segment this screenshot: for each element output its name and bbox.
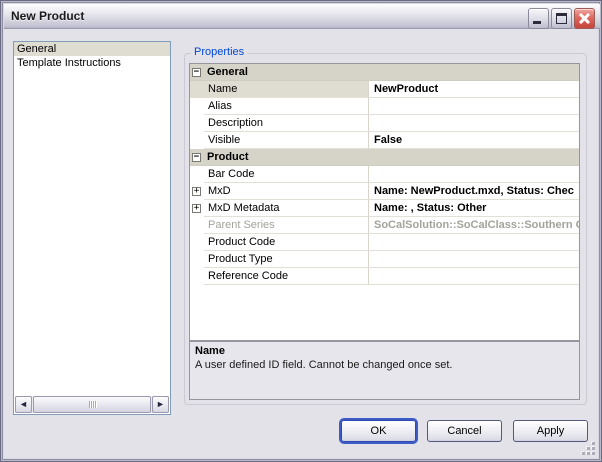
apply-button[interactable]: Apply [513,420,588,442]
row-margin [190,81,204,98]
minimize-icon [533,21,541,24]
collapse-icon[interactable]: − [192,153,201,162]
property-label: Product Type [204,251,369,268]
sidebar-item-general[interactable]: General [14,42,170,56]
caption-buttons [528,8,595,29]
row-margin [190,234,204,251]
scroll-left-button[interactable]: ◄ [15,396,32,413]
property-row-bar-code[interactable]: Bar Code [190,166,579,183]
property-value[interactable]: Name: , Status: Other [369,200,579,217]
category-label: Product [204,149,579,165]
property-row-mxd[interactable]: +MxDName: NewProduct.mxd, Status: Chec [190,183,579,200]
property-row-product-type[interactable]: Product Type [190,251,579,268]
row-margin [190,268,204,285]
row-margin [190,251,204,268]
window-title: New Product [4,9,84,23]
row-margin: − [190,64,204,80]
property-label: Parent Series [204,217,369,234]
expand-icon[interactable]: + [192,187,201,196]
row-margin [190,217,204,234]
property-value[interactable] [369,115,579,132]
property-label: Name [204,81,369,98]
property-row-description[interactable]: Description [190,115,579,132]
property-value[interactable]: Name: NewProduct.mxd, Status: Chec [369,183,579,200]
property-label: Alias [204,98,369,115]
cancel-button[interactable]: Cancel [427,420,502,442]
property-label: Product Code [204,234,369,251]
property-value[interactable] [369,251,579,268]
property-row-product-code[interactable]: Product Code [190,234,579,251]
resize-grip[interactable] [582,442,595,455]
property-row-alias[interactable]: Alias [190,98,579,115]
maximize-button[interactable] [551,8,572,29]
minimize-button[interactable] [528,8,549,29]
ok-button[interactable]: OK [341,420,416,442]
collapse-icon[interactable]: − [192,68,201,77]
row-margin: − [190,149,204,165]
scroll-thumb[interactable] [33,396,151,413]
property-row-reference-code[interactable]: Reference Code [190,268,579,285]
property-label: Description [204,115,369,132]
title-bar[interactable]: New Product [4,4,600,29]
property-value[interactable] [369,166,579,183]
property-label: Reference Code [204,268,369,285]
row-margin [190,132,204,149]
property-value[interactable]: NewProduct [369,81,579,98]
maximize-icon [556,13,567,24]
description-title: Name [195,345,574,357]
row-margin: + [190,183,204,200]
category-label: General [204,64,579,80]
category-row-general[interactable]: −General [190,64,579,81]
new-product-dialog: New Product GeneralTemplate Instructions… [0,0,602,462]
property-label: Bar Code [204,166,369,183]
expand-icon[interactable]: + [192,204,201,213]
property-value[interactable] [369,234,579,251]
description-text: A user defined ID field. Cannot be chang… [195,359,574,371]
category-list: GeneralTemplate Instructions [14,42,170,70]
property-row-visible[interactable]: VisibleFalse [190,132,579,149]
property-value[interactable] [369,98,579,115]
row-margin [190,115,204,132]
property-row-mxd-metadata[interactable]: +MxD MetadataName: , Status: Other [190,200,579,217]
property-label: MxD Metadata [204,200,369,217]
horizontal-scrollbar[interactable]: ◄ ► [15,396,169,413]
row-margin [190,166,204,183]
properties-group-label: Properties [191,46,247,58]
property-description-pane: Name A user defined ID field. Cannot be … [189,341,580,400]
category-listbox: GeneralTemplate Instructions ◄ ► [13,41,171,415]
category-row-product[interactable]: −Product [190,149,579,166]
sidebar-item-template-instructions[interactable]: Template Instructions [14,56,170,70]
property-label: MxD [204,183,369,200]
property-value[interactable]: False [369,132,579,149]
property-value[interactable]: SoCalSolution::SoCalClass::Southern C [369,217,579,234]
property-row-name[interactable]: NameNewProduct [190,81,579,98]
property-value[interactable] [369,268,579,285]
properties-groupbox: Properties −GeneralNameNewProductAliasDe… [184,53,587,405]
scroll-right-button[interactable]: ► [152,396,169,413]
property-label: Visible [204,132,369,149]
close-button[interactable] [574,8,595,29]
property-row-parent-series[interactable]: Parent SeriesSoCalSolution::SoCalClass::… [190,217,579,234]
property-grid: −GeneralNameNewProductAliasDescriptionVi… [189,63,580,341]
row-margin [190,98,204,115]
row-margin: + [190,200,204,217]
